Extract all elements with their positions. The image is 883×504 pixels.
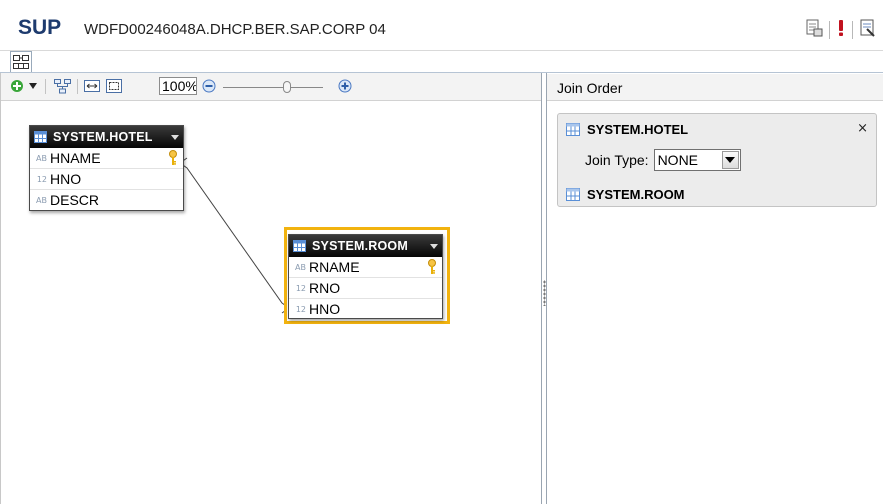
- join-order-item[interactable]: SYSTEM.ROOM: [566, 184, 685, 204]
- datatype-icon: 12: [36, 174, 47, 184]
- close-icon[interactable]: ×: [857, 121, 868, 136]
- join-order-panel: SYSTEM.HOTEL × Join Type: NONE SYSTEM.RO…: [557, 113, 877, 207]
- chevron-down-icon[interactable]: [721, 151, 739, 169]
- table-name: SYSTEM.HOTEL: [53, 130, 153, 144]
- join-type-row: Join Type: NONE: [585, 149, 741, 171]
- join-order-item[interactable]: SYSTEM.HOTEL: [566, 119, 688, 139]
- table-node-hotel[interactable]: SYSTEM.HOTEL AB HNAME 12 HNO AB DESCR: [29, 125, 184, 211]
- table-icon: [34, 131, 47, 143]
- join-table-name: SYSTEM.HOTEL: [587, 121, 689, 137]
- table-header[interactable]: SYSTEM.ROOM: [289, 235, 442, 257]
- key-icon: [168, 150, 178, 169]
- datatype-icon: AB: [36, 195, 47, 205]
- table-column[interactable]: 12 RNO: [289, 278, 442, 299]
- join-type-select[interactable]: NONE: [653, 149, 741, 171]
- datatype-icon: 12: [295, 283, 306, 293]
- column-name: HNAME: [50, 150, 101, 166]
- join-table-name: SYSTEM.ROOM: [587, 186, 685, 202]
- column-name: RNO: [309, 280, 341, 296]
- table-menu-icon[interactable]: [430, 243, 438, 249]
- datatype-icon: AB: [295, 262, 306, 272]
- table-menu-icon[interactable]: [171, 134, 179, 140]
- table-column[interactable]: 12 HNO: [289, 299, 442, 319]
- table-column[interactable]: AB DESCR: [30, 190, 183, 210]
- datatype-icon: AB: [36, 153, 47, 163]
- join-type-label: Join Type:: [585, 152, 649, 168]
- table-icon: [293, 240, 306, 252]
- table-name: SYSTEM.ROOM: [312, 239, 408, 253]
- table-icon: [566, 187, 580, 201]
- key-icon: [427, 259, 437, 278]
- datatype-icon: 12: [295, 304, 306, 314]
- column-name: HNO: [50, 171, 82, 187]
- table-node-room[interactable]: SYSTEM.ROOM AB RNAME 12 RNO 12 HNO: [288, 234, 443, 319]
- column-name: HNO: [309, 301, 341, 317]
- join-type-value: NONE: [657, 152, 699, 168]
- table-icon: [566, 122, 580, 136]
- table-column[interactable]: AB RNAME: [289, 257, 442, 278]
- column-name: DESCR: [50, 192, 100, 208]
- table-header[interactable]: SYSTEM.HOTEL: [30, 126, 183, 148]
- table-column[interactable]: AB HNAME: [30, 148, 183, 169]
- column-name: RNAME: [309, 259, 360, 275]
- table-column[interactable]: 12 HNO: [30, 169, 183, 190]
